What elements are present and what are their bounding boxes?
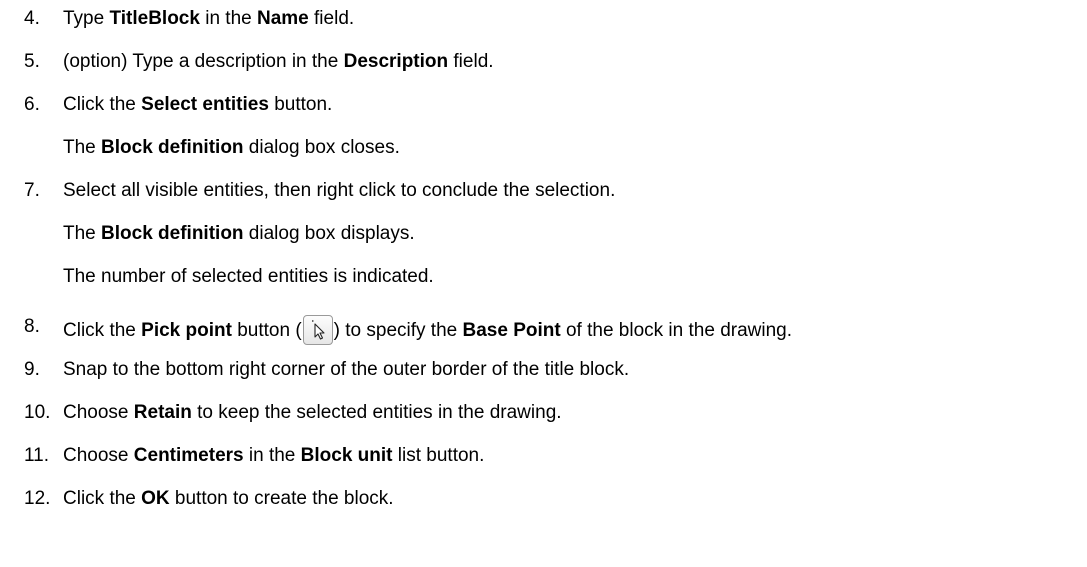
step-number: 10.	[24, 402, 51, 423]
step-number: 12.	[24, 488, 51, 509]
text: of the block in the drawing.	[560, 320, 793, 341]
text: button (	[231, 320, 302, 341]
step-text: Click the Pick point button ( ) to specif…	[63, 315, 792, 345]
step-text: Snap to the bottom right corner of the o…	[63, 359, 630, 380]
text: Type	[63, 8, 110, 29]
text: ) to specify the	[333, 320, 463, 341]
step-number: 11.	[24, 445, 50, 466]
bold-term: TitleBlock	[109, 8, 200, 29]
step-text: Select all visible entities, then right …	[63, 180, 616, 201]
bold-term: Base Point	[462, 320, 561, 341]
text: in the	[199, 8, 257, 29]
text: list button.	[392, 445, 485, 466]
step-text: Choose Retain to keep the selected entit…	[63, 401, 562, 425]
text: button to create the block.	[169, 488, 394, 509]
pick-point-cursor-icon	[302, 315, 333, 345]
step-text: Click the OK button to create the block.	[63, 487, 394, 511]
step-text: Choose Centimeters in the Block unit lis…	[63, 444, 484, 468]
bold-term: Block definition	[101, 137, 244, 158]
text: field.	[448, 51, 494, 72]
step-number: 9.	[24, 359, 40, 380]
step-number: 7.	[24, 180, 40, 201]
bold-term: Description	[343, 51, 449, 72]
bold-term: Pick point	[141, 320, 232, 341]
step-text: Click the Select entities button.	[63, 93, 332, 117]
note-text: The Block definition dialog box closes.	[63, 136, 400, 160]
text: Click the	[63, 488, 142, 509]
bold-term: Block unit	[300, 445, 393, 466]
bold-term: Name	[257, 8, 309, 29]
text: field.	[308, 8, 355, 29]
text: (option) Type a description in the	[63, 51, 344, 72]
text: Click the	[63, 94, 142, 115]
text: in the	[243, 445, 301, 466]
bold-term: Centimeters	[133, 445, 244, 466]
step-number: 4.	[24, 8, 40, 29]
note-text: The number of selected entities is indic…	[63, 266, 434, 287]
bold-term: Retain	[133, 402, 192, 423]
text: The	[63, 137, 102, 158]
text: dialog box displays.	[243, 223, 415, 244]
text: Choose	[63, 445, 134, 466]
text: Choose	[63, 402, 134, 423]
step-text: Type TitleBlock in the Name field.	[63, 7, 354, 31]
text: The	[63, 223, 102, 244]
step-number: 6.	[24, 94, 40, 115]
step-number: 8.	[24, 316, 40, 337]
text: Click the	[63, 320, 142, 341]
bold-term: OK	[141, 488, 170, 509]
bold-term: Select entities	[141, 94, 269, 115]
text: to keep the selected entities in the dra…	[191, 402, 562, 423]
note-text: The Block definition dialog box displays…	[63, 222, 415, 246]
step-text: (option) Type a description in the Descr…	[63, 50, 494, 74]
step-number: 5.	[24, 51, 40, 72]
bold-term: Block definition	[101, 223, 244, 244]
text: button.	[268, 94, 333, 115]
text: dialog box closes.	[243, 137, 400, 158]
